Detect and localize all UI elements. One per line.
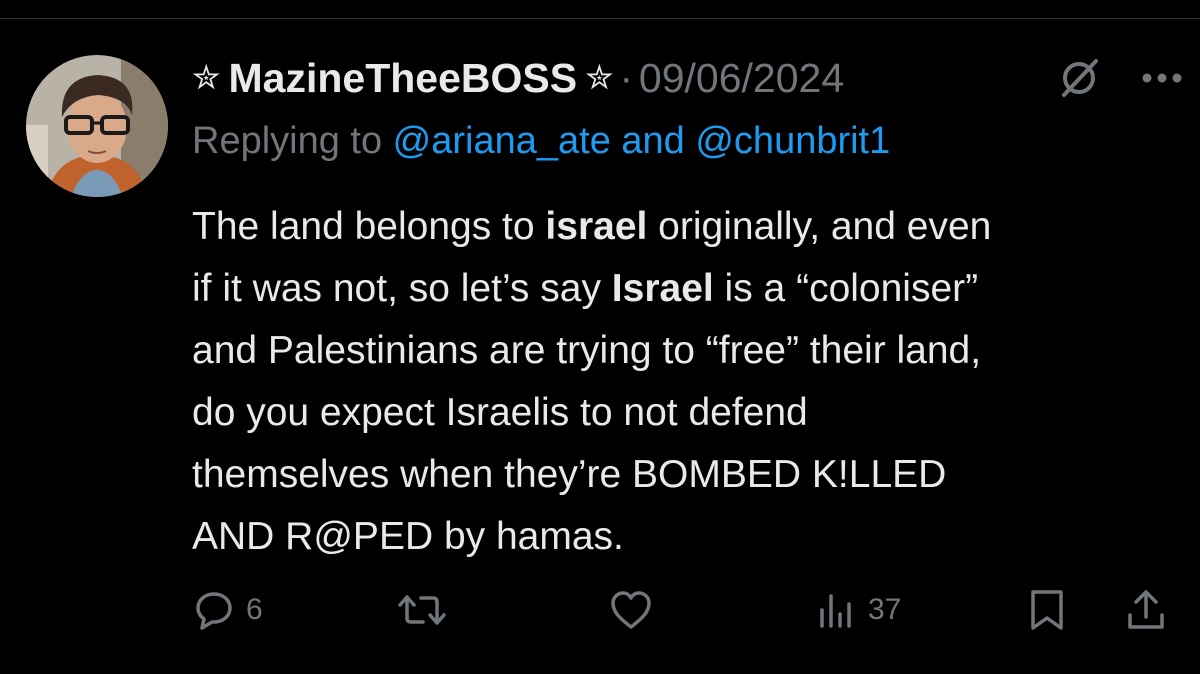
repost-icon — [397, 588, 447, 632]
avatar-image — [26, 55, 168, 197]
body-line-4: do you expect Israelis to not defend — [192, 391, 808, 434]
views-button[interactable]: 37 — [814, 580, 901, 640]
replying-to-mentions[interactable]: @ariana_ate and @chunbrit1 — [393, 120, 891, 162]
body-line-5: themselves when they’re BOMBED K!LLED — [192, 453, 947, 496]
share-icon — [1124, 587, 1168, 633]
views-icon — [814, 588, 858, 632]
name-prefix-star: ✮ — [192, 59, 221, 97]
like-button[interactable] — [608, 580, 664, 640]
replying-to-label: Replying to — [192, 120, 393, 162]
like-icon — [608, 588, 654, 632]
replying-to: Replying to @ariana_ate and @chunbrit1 — [192, 120, 890, 163]
reply-count: 6 — [246, 593, 263, 626]
tweet-header: ✮ MazineTheeBOSS ✮ · 09/06/2024 — [192, 50, 1182, 106]
top-divider — [0, 0, 1200, 19]
avatar[interactable] — [26, 55, 168, 197]
more-icon[interactable] — [1142, 72, 1182, 84]
separator-dot: · — [619, 55, 633, 100]
header-icons — [1058, 50, 1182, 106]
body-line-1: The land belongs to israel originally, a… — [192, 205, 992, 248]
bookmark-icon — [1027, 587, 1067, 633]
share-button[interactable] — [1124, 580, 1168, 640]
reply-icon — [192, 588, 236, 632]
body-line-2: if it was not, so let’s say Israel is a … — [192, 267, 979, 310]
grok-icon[interactable] — [1058, 57, 1100, 99]
reply-button[interactable]: 6 — [192, 580, 263, 640]
body-line-3: and Palestinians are trying to “free” th… — [192, 329, 982, 372]
repost-button[interactable] — [397, 580, 457, 640]
bookmark-button[interactable] — [1027, 580, 1067, 640]
views-count: 37 — [868, 593, 902, 626]
action-bar: 6 37 — [192, 580, 1182, 640]
name-suffix-star: ✮ — [585, 59, 614, 97]
tweet-body: The land belongs to israel originally, a… — [192, 196, 1182, 568]
tweet-date[interactable]: 09/06/2024 — [639, 55, 844, 102]
display-name[interactable]: MazineTheeBOSS — [229, 55, 578, 102]
body-line-6: AND R@PED by hamas. — [192, 515, 624, 558]
